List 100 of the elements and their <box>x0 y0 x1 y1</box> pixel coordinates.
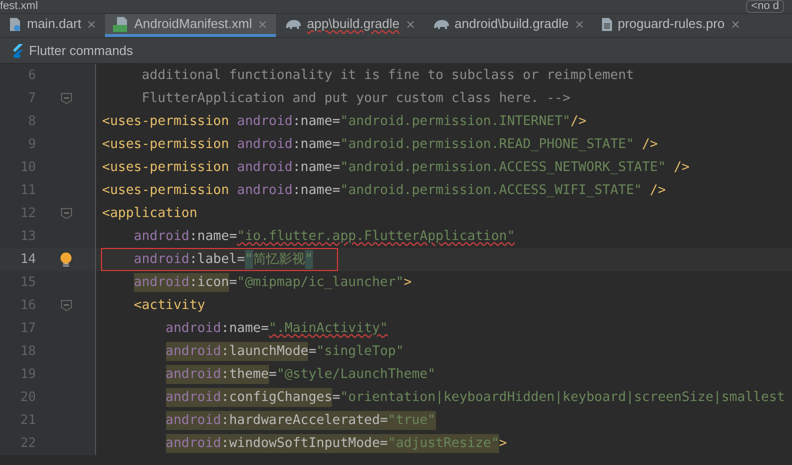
string-literal: "android.permission.INTERNET" <box>340 113 570 131</box>
xml-tag: > <box>499 434 507 453</box>
xml-tag: <application <box>102 204 198 223</box>
comment-text: FlutterApplication and put your custom class here. --> <box>142 90 570 108</box>
punctuation: : <box>292 182 301 200</box>
string-literal: "android.permission.ACCESS_WIFI_STATE" <box>340 182 642 200</box>
punctuation: : <box>221 320 230 338</box>
attribute-namespace: android <box>237 182 293 200</box>
string-literal: "io.flutter.app.FlutterApplication" <box>237 228 515 246</box>
editor-tab[interactable]: main.dart <box>0 14 106 37</box>
manifest-file-icon <box>113 16 130 32</box>
punctuation: = <box>260 320 269 338</box>
editor-tab[interactable]: proguard-rules.pro <box>592 14 749 37</box>
xml-tag: <uses-permission <box>102 135 230 154</box>
close-icon[interactable] <box>86 18 98 30</box>
punctuation: = <box>332 159 340 177</box>
punctuation: : <box>292 159 301 177</box>
punctuation: = <box>332 136 340 154</box>
string-literal: ".MainActivity" <box>268 320 388 338</box>
xml-tag: <activity <box>134 296 206 315</box>
attribute-namespace: android <box>166 365 222 384</box>
attribute-namespace: android <box>134 228 190 246</box>
string-literal: 简忆影视 <box>252 251 305 269</box>
elephant-icon <box>284 18 302 30</box>
attribute-name: name <box>300 182 332 200</box>
editor-tab[interactable]: app\build.gradle <box>276 14 424 37</box>
attribute-name: windowSoftInputMode <box>229 434 380 453</box>
text-file-icon <box>600 16 613 32</box>
punctuation: : <box>221 411 230 430</box>
editor-tab[interactable]: AndroidManifest.xml <box>105 14 276 37</box>
attribute-name: configChanges <box>229 388 332 407</box>
line-number: 14 <box>19 250 36 269</box>
dart-file-icon <box>8 16 22 32</box>
punctuation: = <box>332 182 340 200</box>
attribute-name: hardwareAccelerated <box>229 411 380 430</box>
string-literal: "adjustResize" <box>388 434 500 453</box>
close-icon[interactable] <box>256 18 268 30</box>
attribute-name: launchMode <box>229 342 308 361</box>
lightbulb-icon[interactable] <box>60 252 72 268</box>
string-literal: " <box>244 250 253 269</box>
xml-tag: > <box>404 273 412 292</box>
attribute-namespace: android <box>237 113 293 131</box>
close-icon[interactable] <box>574 18 585 30</box>
punctuation: : <box>189 273 198 292</box>
tab-label: app\build.gradle <box>306 15 400 34</box>
close-icon[interactable] <box>404 18 416 30</box>
string-literal: "true" <box>388 411 436 430</box>
attribute-name: name <box>300 113 332 131</box>
punctuation: : <box>292 136 301 154</box>
attribute-name: name <box>300 159 332 177</box>
attribute-namespace: android <box>237 136 293 154</box>
attribute-name: name <box>229 320 261 338</box>
tab-label: AndroidManifest.xml <box>134 15 252 34</box>
punctuation: = <box>268 366 277 384</box>
xml-tag: /> <box>570 112 586 131</box>
xml-tag: /> <box>674 158 690 177</box>
editor-tab[interactable]: android\build.gradle <box>424 14 593 37</box>
xml-tag: /> <box>642 135 658 154</box>
attribute-name: name <box>197 228 230 246</box>
tab-label: android\build.gradle <box>454 15 569 34</box>
attribute-namespace: android <box>166 320 222 338</box>
punctuation: : <box>221 365 230 384</box>
flutter-logo-icon <box>12 44 23 58</box>
punctuation: = <box>332 113 340 131</box>
window-title: fest.xml <box>0 1 38 12</box>
attribute-namespace: android <box>166 434 222 453</box>
fold-marker-icon[interactable] <box>60 208 72 219</box>
elephant-icon <box>432 18 450 30</box>
xml-tag: <uses-permission <box>102 181 230 200</box>
attribute-namespace: android <box>134 251 190 269</box>
xml-tag: <uses-permission <box>102 112 230 131</box>
fold-marker-icon[interactable] <box>60 300 72 311</box>
xml-tag: /> <box>650 181 666 200</box>
string-literal: "singleTop" <box>316 343 404 361</box>
string-literal: "android.permission.ACCESS_NETWORK_STATE" <box>340 159 666 177</box>
attribute-namespace: android <box>166 342 222 361</box>
punctuation: : <box>292 113 301 131</box>
punctuation: : <box>189 228 198 246</box>
string-literal: "@mipmap/ic_launcher" <box>237 274 404 292</box>
punctuation: = <box>229 228 238 246</box>
punctuation: = <box>229 274 238 292</box>
punctuation: : <box>221 388 230 407</box>
close-icon[interactable] <box>730 18 741 30</box>
fold-marker-icon[interactable] <box>60 93 72 104</box>
attribute-namespace: android <box>134 273 190 292</box>
attribute-namespace: android <box>166 388 222 407</box>
attribute-name: name <box>300 136 332 154</box>
attribute-namespace: android <box>237 159 293 177</box>
string-literal: "orientation|keyboardHidden|keyboard|screenSize|smallest <box>340 389 785 407</box>
string-literal: "@style/LaunchTheme" <box>276 366 436 384</box>
attribute-name: label <box>197 251 237 269</box>
punctuation: = <box>308 343 316 361</box>
toolbar-button[interactable]: Flutter commands <box>29 40 134 60</box>
comment-text: additional functionality it is fine to subclass or reimplement <box>142 67 634 85</box>
string-literal: "android.permission.READ_PHONE_STATE" <box>340 136 634 154</box>
device-selector[interactable]: <no d <box>746 0 784 13</box>
tab-label: main.dart <box>27 15 82 34</box>
punctuation: : <box>221 434 230 453</box>
tab-label: proguard-rules.pro <box>618 15 725 34</box>
string-literal: " <box>304 250 313 269</box>
